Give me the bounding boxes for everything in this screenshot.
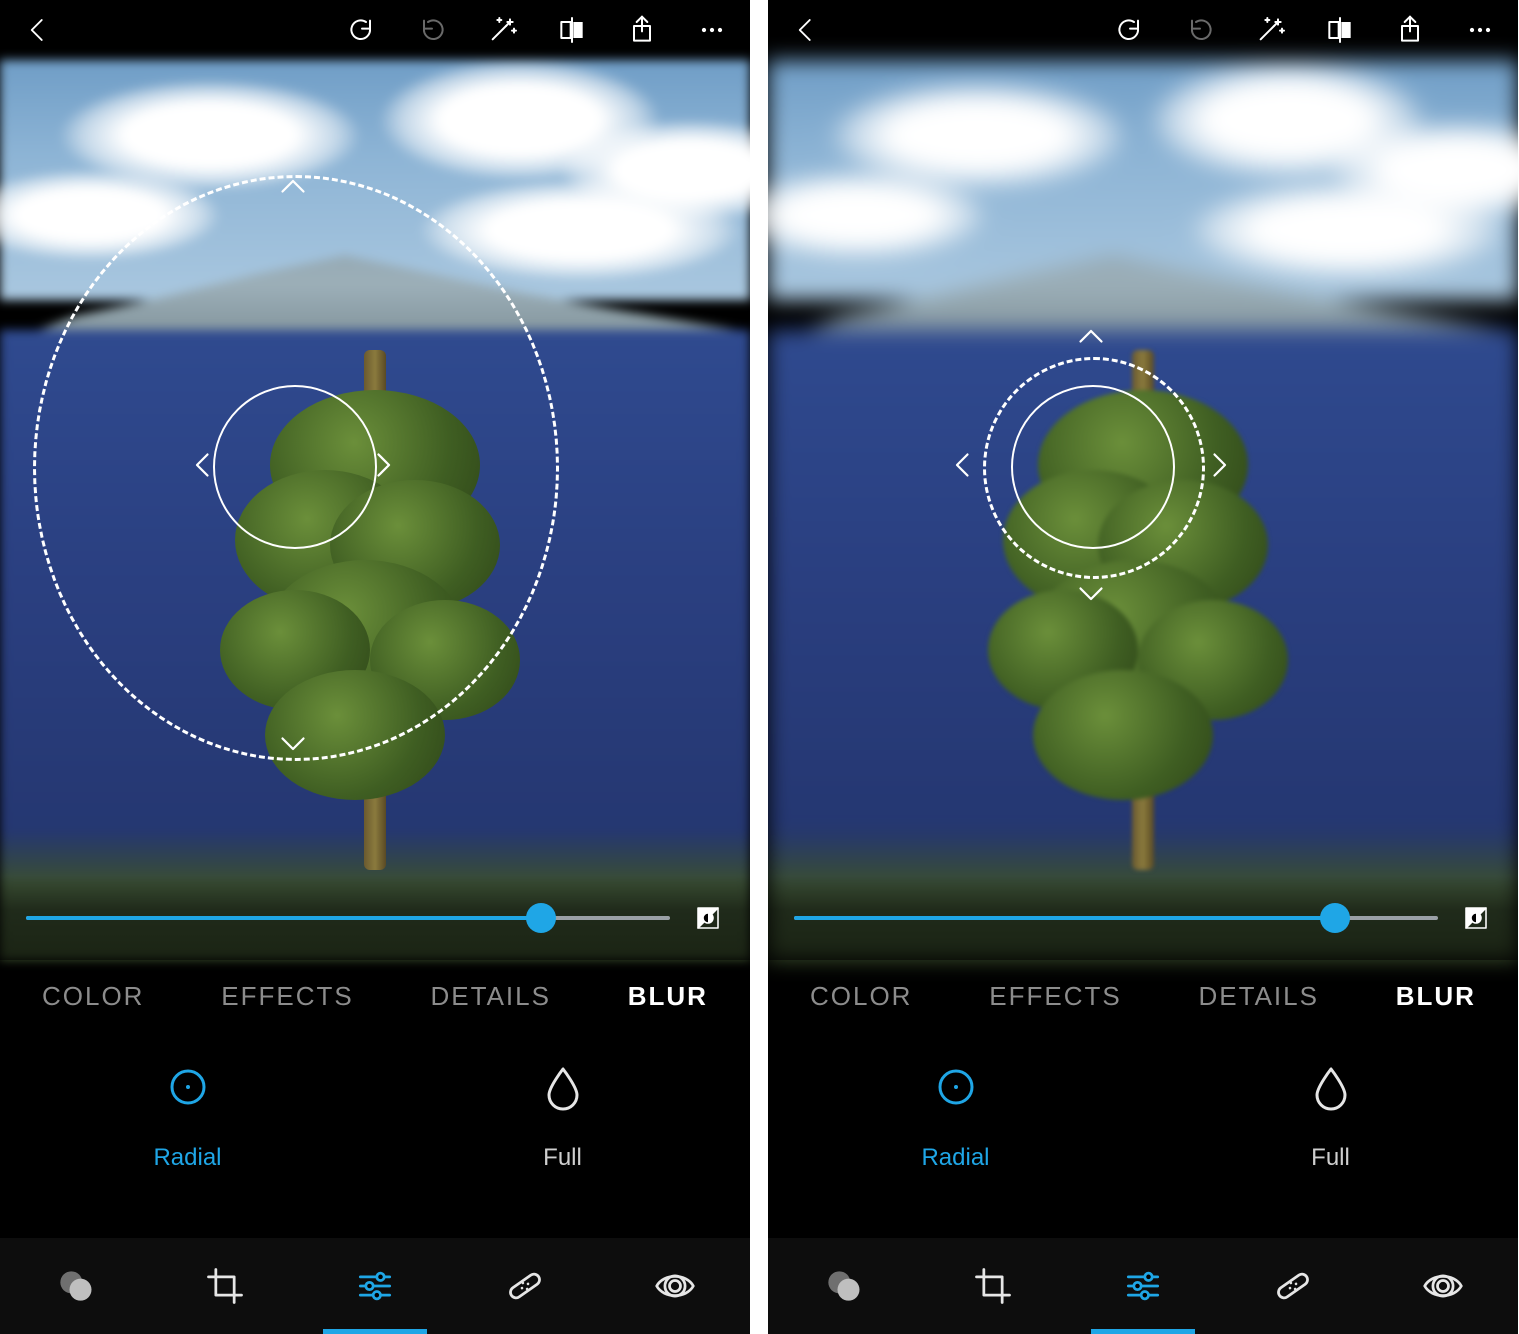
blur-mode-options: Radial Full xyxy=(768,1032,1518,1202)
undo-button[interactable] xyxy=(1112,12,1148,48)
blur-slider-row xyxy=(0,876,750,960)
tool-redeye[interactable] xyxy=(645,1256,705,1316)
editor-screen: COLOR EFFECTS DETAILS BLUR Radial Full xyxy=(768,0,1518,1334)
back-button[interactable] xyxy=(788,12,824,48)
blur-amount-slider[interactable] xyxy=(794,900,1438,936)
invert-blur-button[interactable] xyxy=(692,902,724,934)
tab-details[interactable]: DETAILS xyxy=(431,981,551,1012)
tool-redeye[interactable] xyxy=(1413,1256,1473,1316)
share-button[interactable] xyxy=(1392,12,1428,48)
tool-adjust[interactable] xyxy=(1113,1256,1173,1316)
tab-effects[interactable]: EFFECTS xyxy=(221,981,353,1012)
compare-button[interactable] xyxy=(1322,12,1358,48)
blur-mode-radial[interactable]: Radial xyxy=(768,1032,1143,1202)
tab-color[interactable]: COLOR xyxy=(810,981,912,1012)
resize-handle-bottom[interactable] xyxy=(1073,575,1109,611)
image-canvas[interactable] xyxy=(768,60,1518,960)
blur-mode-full[interactable]: Full xyxy=(1143,1032,1518,1202)
adjust-category-tabs: COLOR EFFECTS DETAILS BLUR xyxy=(768,960,1518,1032)
drop-icon xyxy=(1307,1063,1355,1116)
tab-blur[interactable]: BLUR xyxy=(628,981,708,1012)
editor-screen: COLOR EFFECTS DETAILS BLUR Radial Full xyxy=(0,0,750,1334)
more-button[interactable] xyxy=(694,12,730,48)
tool-looks[interactable] xyxy=(45,1256,105,1316)
top-toolbar xyxy=(0,0,750,60)
share-button[interactable] xyxy=(624,12,660,48)
tool-heal[interactable] xyxy=(495,1256,555,1316)
radial-icon xyxy=(932,1063,980,1116)
redo-button[interactable] xyxy=(1182,12,1218,48)
resize-handle-top[interactable] xyxy=(1073,319,1109,355)
more-button[interactable] xyxy=(1462,12,1498,48)
resize-handle-right[interactable] xyxy=(365,447,401,483)
adjust-category-tabs: COLOR EFFECTS DETAILS BLUR xyxy=(0,960,750,1032)
bottom-toolbar xyxy=(0,1238,750,1334)
tab-effects[interactable]: EFFECTS xyxy=(989,981,1121,1012)
tab-blur[interactable]: BLUR xyxy=(1396,981,1476,1012)
auto-enhance-button[interactable] xyxy=(1252,12,1288,48)
invert-blur-button[interactable] xyxy=(1460,902,1492,934)
compare-button[interactable] xyxy=(554,12,590,48)
blur-mode-full[interactable]: Full xyxy=(375,1032,750,1202)
tool-crop[interactable] xyxy=(963,1256,1023,1316)
blur-slider-row xyxy=(768,876,1518,960)
radial-icon xyxy=(164,1063,212,1116)
redo-button[interactable] xyxy=(414,12,450,48)
resize-handle-left[interactable] xyxy=(185,447,221,483)
resize-handle-bottom[interactable] xyxy=(275,725,311,761)
blur-mode-label: Full xyxy=(543,1144,582,1172)
blur-mode-radial[interactable]: Radial xyxy=(0,1032,375,1202)
tab-color[interactable]: COLOR xyxy=(42,981,144,1012)
bottom-toolbar xyxy=(768,1238,1518,1334)
resize-handle-right[interactable] xyxy=(1201,447,1237,483)
resize-handle-top[interactable] xyxy=(275,169,311,205)
tool-heal[interactable] xyxy=(1263,1256,1323,1316)
image-canvas[interactable] xyxy=(0,60,750,960)
tab-details[interactable]: DETAILS xyxy=(1199,981,1319,1012)
drop-icon xyxy=(539,1063,587,1116)
blur-mode-label: Radial xyxy=(921,1144,989,1172)
top-toolbar xyxy=(768,0,1518,60)
blur-amount-slider[interactable] xyxy=(26,900,670,936)
back-button[interactable] xyxy=(20,12,56,48)
blur-mode-label: Radial xyxy=(153,1144,221,1172)
resize-handle-left[interactable] xyxy=(945,447,981,483)
undo-button[interactable] xyxy=(344,12,380,48)
blur-mode-options: Radial Full xyxy=(0,1032,750,1202)
tool-looks[interactable] xyxy=(813,1256,873,1316)
tool-crop[interactable] xyxy=(195,1256,255,1316)
auto-enhance-button[interactable] xyxy=(484,12,520,48)
blur-mode-label: Full xyxy=(1311,1144,1350,1172)
tool-adjust[interactable] xyxy=(345,1256,405,1316)
